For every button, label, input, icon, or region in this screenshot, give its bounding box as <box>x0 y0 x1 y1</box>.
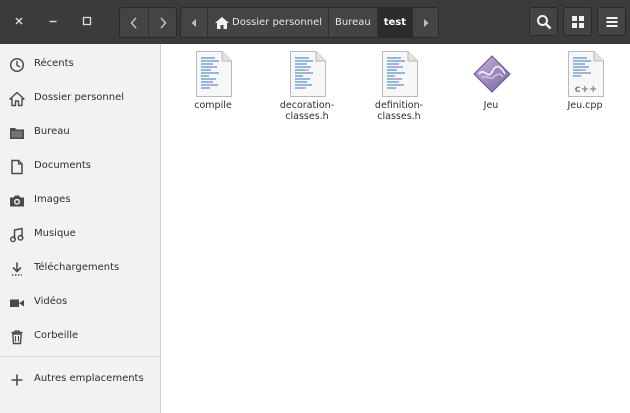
forward-button[interactable] <box>148 8 176 37</box>
sidebar-item-label: Téléchargements <box>34 262 120 273</box>
maximize-window-button[interactable] <box>76 7 98 35</box>
back-button[interactable] <box>120 8 148 37</box>
file-item-jeu-cpp[interactable]: c++ Jeu.cpp <box>543 50 627 130</box>
file-name: Jeu <box>483 100 499 111</box>
plus-icon <box>11 374 23 386</box>
sidebar-item-label: Musique <box>34 228 76 239</box>
trash-icon <box>11 330 23 345</box>
triangle-right-icon <box>423 18 429 27</box>
breadcrumb-label: test <box>383 17 407 28</box>
text-file-icon <box>196 51 232 97</box>
file-name: decoration- classes.h <box>265 100 349 122</box>
breadcrumb-label: Bureau <box>335 17 371 28</box>
header-file-icon <box>290 51 326 97</box>
sidebar-item-recents[interactable]: Récents <box>0 48 160 82</box>
home-icon <box>9 91 25 107</box>
sidebar-item-music[interactable]: Musique <box>0 218 160 252</box>
folder-icon <box>10 128 24 139</box>
sidebar-item-label: Corbeille <box>34 330 79 341</box>
file-item-definition-classes-h[interactable]: definition- classes.h <box>357 50 441 130</box>
sidebar-item-label: Vidéos <box>34 296 68 307</box>
breadcrumb-label: Dossier personnel <box>232 17 323 28</box>
history-navigation <box>119 7 177 38</box>
sidebar-item-label: Dossier personnel <box>34 92 125 103</box>
video-icon <box>10 299 24 307</box>
header-bar: Dossier personnel Bureau test <box>0 0 630 44</box>
file-name-line: classes.h <box>285 111 329 122</box>
sidebar-separator <box>0 356 160 357</box>
close-window-button[interactable] <box>8 7 30 35</box>
sidebar-item-downloads[interactable]: Téléchargements <box>0 252 160 286</box>
breadcrumb-scroll-left-button[interactable] <box>181 8 207 37</box>
sidebar-item-label: Autres emplacements <box>34 373 144 384</box>
file-name-line: decoration- <box>279 100 335 111</box>
executable-icon <box>473 55 511 93</box>
sidebar-item-videos[interactable]: Vidéos <box>0 286 160 320</box>
file-name-line: classes.h <box>377 111 421 122</box>
file-item-decoration-classes-h[interactable]: decoration- classes.h <box>265 50 349 130</box>
places-sidebar: Récents Dossier personnel Bureau Documen… <box>0 44 161 413</box>
chevron-right-icon <box>159 16 167 29</box>
sidebar-item-desktop[interactable]: Bureau <box>0 116 160 150</box>
cpp-file-icon: c++ <box>568 51 604 97</box>
header-file-icon <box>382 51 418 97</box>
triangle-left-icon <box>191 18 196 27</box>
home-icon <box>215 16 229 29</box>
breadcrumb-home[interactable]: Dossier personnel <box>207 8 328 37</box>
sidebar-item-trash[interactable]: Corbeille <box>0 320 160 354</box>
sidebar-item-documents[interactable]: Documents <box>0 150 160 184</box>
file-name: definition- classes.h <box>357 100 441 122</box>
hamburger-menu-icon <box>606 16 617 27</box>
view-toggle-button[interactable] <box>563 7 592 36</box>
clock-icon <box>9 57 25 73</box>
file-item-compile[interactable]: compile <box>171 50 255 130</box>
breadcrumb-test[interactable]: test <box>376 8 413 37</box>
file-name: compile <box>194 100 232 111</box>
main-menu-button[interactable] <box>597 7 626 36</box>
close-icon <box>15 17 23 25</box>
sidebar-item-other-locations[interactable]: Autres emplacements <box>0 363 160 397</box>
sidebar-item-label: Bureau <box>34 126 70 137</box>
grid-view-icon <box>571 15 584 28</box>
file-item-jeu[interactable]: Jeu <box>449 50 533 130</box>
file-name: Jeu.cpp <box>567 100 603 111</box>
maximize-icon <box>82 16 92 26</box>
search-icon <box>536 14 551 29</box>
download-icon <box>12 262 22 276</box>
breadcrumb-scroll-right-button[interactable] <box>412 8 438 37</box>
sidebar-item-label: Documents <box>34 160 92 171</box>
sidebar-item-label: Récents <box>34 58 74 69</box>
cpp-badge-text: c++ <box>575 84 598 95</box>
search-button[interactable] <box>529 7 558 36</box>
minimize-window-button[interactable] <box>42 7 64 35</box>
sidebar-item-home[interactable]: Dossier personnel <box>0 82 160 116</box>
camera-icon <box>10 195 24 207</box>
document-icon <box>11 159 23 175</box>
sidebar-item-label: Images <box>34 194 71 205</box>
file-name-line: definition- <box>374 100 424 111</box>
minimize-icon <box>49 20 57 23</box>
breadcrumb-bureau[interactable]: Bureau <box>328 8 377 37</box>
files-view: compile decoration- classes.h definition… <box>161 44 630 413</box>
chevron-left-icon <box>130 16 137 29</box>
sidebar-item-pictures[interactable]: Images <box>0 184 160 218</box>
breadcrumb: Dossier personnel Bureau test <box>180 7 440 38</box>
file-manager-window: Dossier personnel Bureau test Récents Do… <box>0 0 630 413</box>
music-icon <box>10 227 24 243</box>
